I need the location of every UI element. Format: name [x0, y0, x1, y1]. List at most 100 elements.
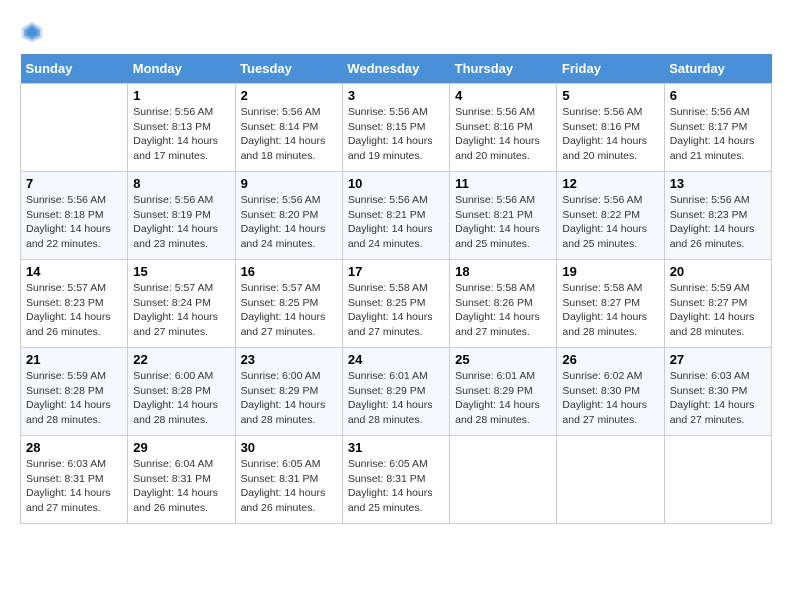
day-info: Sunrise: 5:56 AM Sunset: 8:17 PM Dayligh…: [670, 105, 766, 164]
calendar-cell: 1 Sunrise: 5:56 AM Sunset: 8:13 PM Daylig…: [128, 84, 235, 172]
day-info: Sunrise: 5:57 AM Sunset: 8:25 PM Dayligh…: [241, 281, 337, 340]
calendar-cell: 17 Sunrise: 5:58 AM Sunset: 8:25 PM Dayli…: [342, 260, 449, 348]
day-number: 10: [348, 176, 444, 191]
day-number: 12: [562, 176, 658, 191]
weekday-header: Friday: [557, 54, 664, 84]
day-number: 28: [26, 440, 122, 455]
day-info: Sunrise: 5:56 AM Sunset: 8:16 PM Dayligh…: [455, 105, 551, 164]
calendar-cell: 11 Sunrise: 5:56 AM Sunset: 8:21 PM Dayli…: [450, 172, 557, 260]
calendar-cell: [450, 436, 557, 524]
calendar-cell: [557, 436, 664, 524]
day-info: Sunrise: 6:05 AM Sunset: 8:31 PM Dayligh…: [241, 457, 337, 516]
day-number: 26: [562, 352, 658, 367]
calendar-cell: 9 Sunrise: 5:56 AM Sunset: 8:20 PM Daylig…: [235, 172, 342, 260]
calendar-cell: 20 Sunrise: 5:59 AM Sunset: 8:27 PM Dayli…: [664, 260, 771, 348]
day-number: 17: [348, 264, 444, 279]
calendar-cell: 7 Sunrise: 5:56 AM Sunset: 8:18 PM Daylig…: [21, 172, 128, 260]
day-number: 20: [670, 264, 766, 279]
calendar-cell: 22 Sunrise: 6:00 AM Sunset: 8:28 PM Dayli…: [128, 348, 235, 436]
calendar-cell: 27Sunrise: 6:03 AM Sunset: 8:30 PM Dayli…: [664, 348, 771, 436]
day-info: Sunrise: 5:58 AM Sunset: 8:26 PM Dayligh…: [455, 281, 551, 340]
day-info: Sunrise: 5:56 AM Sunset: 8:21 PM Dayligh…: [455, 193, 551, 252]
weekday-header: Tuesday: [235, 54, 342, 84]
calendar-cell: 2 Sunrise: 5:56 AM Sunset: 8:14 PM Daylig…: [235, 84, 342, 172]
day-number: 29: [133, 440, 229, 455]
calendar-cell: [21, 84, 128, 172]
calendar-cell: 23 Sunrise: 6:00 AM Sunset: 8:29 PM Dayli…: [235, 348, 342, 436]
calendar-week-row: 21 Sunrise: 5:59 AM Sunset: 8:28 PM Dayli…: [21, 348, 772, 436]
day-info: Sunrise: 5:59 AM Sunset: 8:28 PM Dayligh…: [26, 369, 122, 428]
day-number: 14: [26, 264, 122, 279]
day-info: Sunrise: 6:04 AM Sunset: 8:31 PM Dayligh…: [133, 457, 229, 516]
calendar-week-row: 7 Sunrise: 5:56 AM Sunset: 8:18 PM Daylig…: [21, 172, 772, 260]
day-info: Sunrise: 5:56 AM Sunset: 8:21 PM Dayligh…: [348, 193, 444, 252]
day-number: 16: [241, 264, 337, 279]
calendar-week-row: 1 Sunrise: 5:56 AM Sunset: 8:13 PM Daylig…: [21, 84, 772, 172]
day-number: 7: [26, 176, 122, 191]
day-info: Sunrise: 5:56 AM Sunset: 8:22 PM Dayligh…: [562, 193, 658, 252]
weekday-header-row: SundayMondayTuesdayWednesdayThursdayFrid…: [21, 54, 772, 84]
header: [20, 20, 772, 44]
day-info: Sunrise: 6:01 AM Sunset: 8:29 PM Dayligh…: [348, 369, 444, 428]
day-number: 21: [26, 352, 122, 367]
day-info: Sunrise: 5:59 AM Sunset: 8:27 PM Dayligh…: [670, 281, 766, 340]
day-number: 1: [133, 88, 229, 103]
day-info: Sunrise: 5:56 AM Sunset: 8:13 PM Dayligh…: [133, 105, 229, 164]
day-info: Sunrise: 6:00 AM Sunset: 8:28 PM Dayligh…: [133, 369, 229, 428]
day-number: 6: [670, 88, 766, 103]
day-number: 8: [133, 176, 229, 191]
calendar-cell: 26 Sunrise: 6:02 AM Sunset: 8:30 PM Dayli…: [557, 348, 664, 436]
day-number: 9: [241, 176, 337, 191]
day-number: 4: [455, 88, 551, 103]
calendar-cell: 28 Sunrise: 6:03 AM Sunset: 8:31 PM Dayli…: [21, 436, 128, 524]
day-number: 13: [670, 176, 766, 191]
calendar-cell: 30 Sunrise: 6:05 AM Sunset: 8:31 PM Dayli…: [235, 436, 342, 524]
calendar-cell: 18 Sunrise: 5:58 AM Sunset: 8:26 PM Dayli…: [450, 260, 557, 348]
weekday-header: Monday: [128, 54, 235, 84]
day-info: Sunrise: 6:00 AM Sunset: 8:29 PM Dayligh…: [241, 369, 337, 428]
day-info: Sunrise: 6:02 AM Sunset: 8:30 PM Dayligh…: [562, 369, 658, 428]
calendar-cell: 5 Sunrise: 5:56 AM Sunset: 8:16 PM Daylig…: [557, 84, 664, 172]
calendar-cell: 24 Sunrise: 6:01 AM Sunset: 8:29 PM Dayli…: [342, 348, 449, 436]
day-number: 5: [562, 88, 658, 103]
day-info: Sunrise: 5:56 AM Sunset: 8:23 PM Dayligh…: [670, 193, 766, 252]
day-info: Sunrise: 5:58 AM Sunset: 8:25 PM Dayligh…: [348, 281, 444, 340]
calendar-cell: 16 Sunrise: 5:57 AM Sunset: 8:25 PM Dayli…: [235, 260, 342, 348]
day-info: Sunrise: 5:57 AM Sunset: 8:24 PM Dayligh…: [133, 281, 229, 340]
calendar-cell: 31Sunrise: 6:05 AM Sunset: 8:31 PM Dayli…: [342, 436, 449, 524]
calendar-cell: 29 Sunrise: 6:04 AM Sunset: 8:31 PM Dayli…: [128, 436, 235, 524]
day-number: 19: [562, 264, 658, 279]
calendar-cell: 6 Sunrise: 5:56 AM Sunset: 8:17 PM Daylig…: [664, 84, 771, 172]
day-info: Sunrise: 5:56 AM Sunset: 8:20 PM Dayligh…: [241, 193, 337, 252]
weekday-header: Saturday: [664, 54, 771, 84]
calendar-cell: 12 Sunrise: 5:56 AM Sunset: 8:22 PM Dayli…: [557, 172, 664, 260]
day-number: 24: [348, 352, 444, 367]
calendar-cell: 8 Sunrise: 5:56 AM Sunset: 8:19 PM Daylig…: [128, 172, 235, 260]
day-info: Sunrise: 5:56 AM Sunset: 8:14 PM Dayligh…: [241, 105, 337, 164]
calendar-cell: 15 Sunrise: 5:57 AM Sunset: 8:24 PM Dayli…: [128, 260, 235, 348]
day-info: Sunrise: 5:56 AM Sunset: 8:19 PM Dayligh…: [133, 193, 229, 252]
day-number: 30: [241, 440, 337, 455]
day-info: Sunrise: 5:58 AM Sunset: 8:27 PM Dayligh…: [562, 281, 658, 340]
day-number: 11: [455, 176, 551, 191]
weekday-header: Wednesday: [342, 54, 449, 84]
day-number: 25: [455, 352, 551, 367]
day-info: Sunrise: 6:03 AM Sunset: 8:31 PM Dayligh…: [26, 457, 122, 516]
day-number: 15: [133, 264, 229, 279]
calendar-cell: 10 Sunrise: 5:56 AM Sunset: 8:21 PM Dayli…: [342, 172, 449, 260]
weekday-header: Sunday: [21, 54, 128, 84]
day-info: Sunrise: 5:56 AM Sunset: 8:18 PM Dayligh…: [26, 193, 122, 252]
day-number: 22: [133, 352, 229, 367]
day-number: 23: [241, 352, 337, 367]
calendar-table: SundayMondayTuesdayWednesdayThursdayFrid…: [20, 54, 772, 524]
day-number: 18: [455, 264, 551, 279]
day-info: Sunrise: 5:56 AM Sunset: 8:16 PM Dayligh…: [562, 105, 658, 164]
day-number: 27: [670, 352, 766, 367]
calendar-week-row: 28 Sunrise: 6:03 AM Sunset: 8:31 PM Dayli…: [21, 436, 772, 524]
calendar-cell: 25Sunrise: 6:01 AM Sunset: 8:29 PM Dayli…: [450, 348, 557, 436]
day-number: 31: [348, 440, 444, 455]
day-info: Sunrise: 5:56 AM Sunset: 8:15 PM Dayligh…: [348, 105, 444, 164]
calendar-cell: [664, 436, 771, 524]
day-number: 2: [241, 88, 337, 103]
logo-icon: [20, 20, 44, 44]
